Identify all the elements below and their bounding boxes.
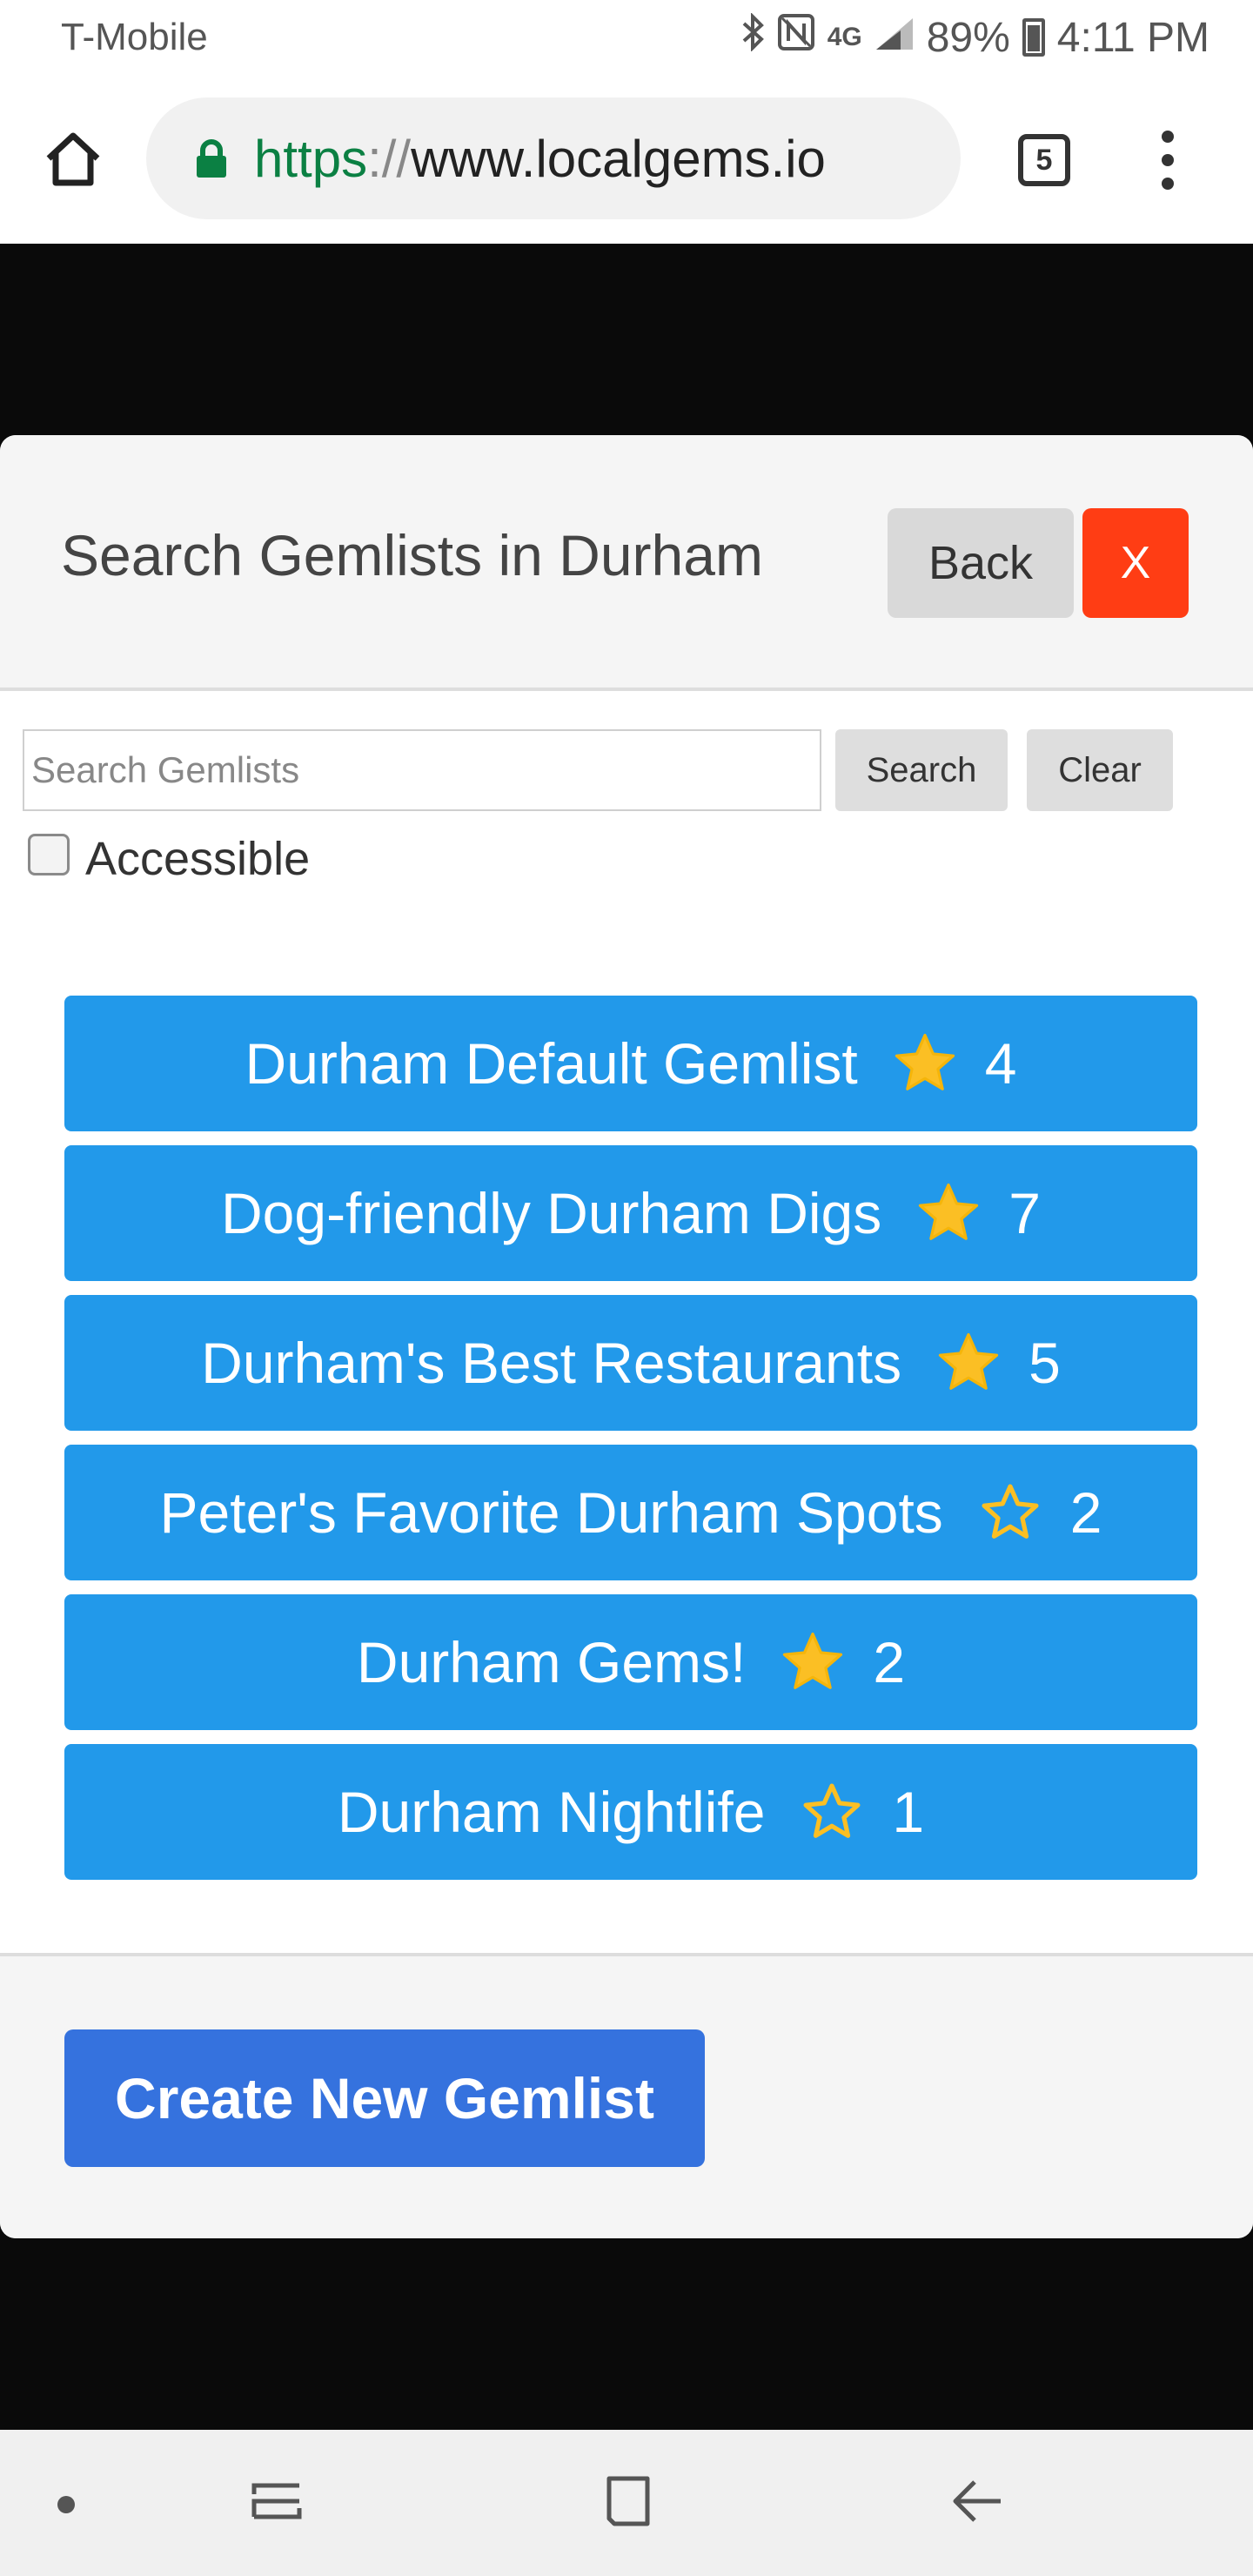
url-host: www.localgems.io [411,129,826,188]
modal-title: Search Gemlists in Durham [61,523,763,587]
recent-apps-icon[interactable] [249,2473,305,2529]
star-outline-icon [982,1484,1039,1539]
star-filled-icon [783,1632,843,1689]
back-button[interactable]: Back [888,508,1074,618]
modal-footer: Create New Gemlist [0,1953,1253,2238]
url-text: https://www.localgems.io [254,129,826,189]
search-input[interactable] [23,729,821,811]
accessible-checkbox[interactable] [28,834,70,875]
status-icons: 4G 89% 4:11 PM [742,12,1209,62]
lock-icon [195,139,228,178]
star-filled-icon [919,1183,979,1240]
system-nav-bar [0,2430,1253,2576]
bluetooth-icon [742,12,765,62]
gemlist-name: Durham Nightlife [337,1780,766,1844]
gemlist-count: 2 [1069,1480,1102,1545]
gemlist-count: 4 [984,1031,1017,1096]
gemlist-name: Durham's Best Restaurants [201,1331,902,1395]
gemlist-name: Durham Default Gemlist [245,1031,858,1096]
overflow-menu-icon[interactable] [1150,127,1185,193]
gemlist-name: Peter's Favorite Durham Spots [159,1480,943,1545]
nav-dot-icon[interactable] [57,2496,75,2513]
gemlist-count: 1 [892,1780,925,1844]
status-bar: T-Mobile 4G 89% 4:11 PM [0,0,1253,75]
gemlist-list: Durham Default Gemlist 4 Dog-friendly Du… [64,996,1197,1894]
home-nav-icon[interactable] [600,2473,656,2529]
network-type-label: 4G [827,23,862,51]
signal-icon [874,14,915,62]
gemlist-search-modal: Search Gemlists in Durham Back X Search … [0,435,1253,2238]
nfc-icon [777,13,815,62]
clear-button[interactable]: Clear [1027,729,1173,811]
url-scheme: https [254,129,368,188]
gemlist-item[interactable]: Durham Gems! 2 [64,1594,1197,1730]
gemlist-item[interactable]: Durham's Best Restaurants 5 [64,1295,1197,1431]
gemlist-name: Durham Gems! [356,1630,747,1694]
gemlist-item[interactable]: Durham Nightlife 1 [64,1744,1197,1880]
close-button[interactable]: X [1082,508,1189,618]
star-filled-icon [895,1033,955,1090]
star-outline-icon [803,1783,861,1838]
gemlist-count: 2 [873,1630,906,1694]
gemlist-item[interactable]: Dog-friendly Durham Digs 7 [64,1145,1197,1281]
battery-percent: 89% [926,14,1010,61]
browser-toolbar: https://www.localgems.io 5 [0,75,1253,244]
gemlist-count: 7 [1008,1181,1041,1245]
home-icon[interactable] [42,127,104,190]
gemlist-item[interactable]: Durham Default Gemlist 4 [64,996,1197,1131]
star-filled-icon [938,1332,999,1390]
carrier-label: T-Mobile [61,16,208,58]
gemlist-name: Dog-friendly Durham Digs [221,1181,882,1245]
url-separator: :// [367,129,412,188]
clock: 4:11 PM [1056,14,1209,61]
back-nav-icon[interactable] [950,2473,1006,2529]
address-bar[interactable]: https://www.localgems.io [146,97,961,219]
gemlist-count: 5 [1029,1331,1061,1395]
modal-header: Search Gemlists in Durham Back X [0,435,1253,691]
search-button[interactable]: Search [835,729,1008,811]
battery-icon [1022,18,1045,57]
create-gemlist-button[interactable]: Create New Gemlist [64,2029,705,2167]
accessible-label: Accessible [85,833,311,885]
gemlist-item[interactable]: Peter's Favorite Durham Spots 2 [64,1445,1197,1580]
tab-switcher-button[interactable]: 5 [1018,134,1070,186]
